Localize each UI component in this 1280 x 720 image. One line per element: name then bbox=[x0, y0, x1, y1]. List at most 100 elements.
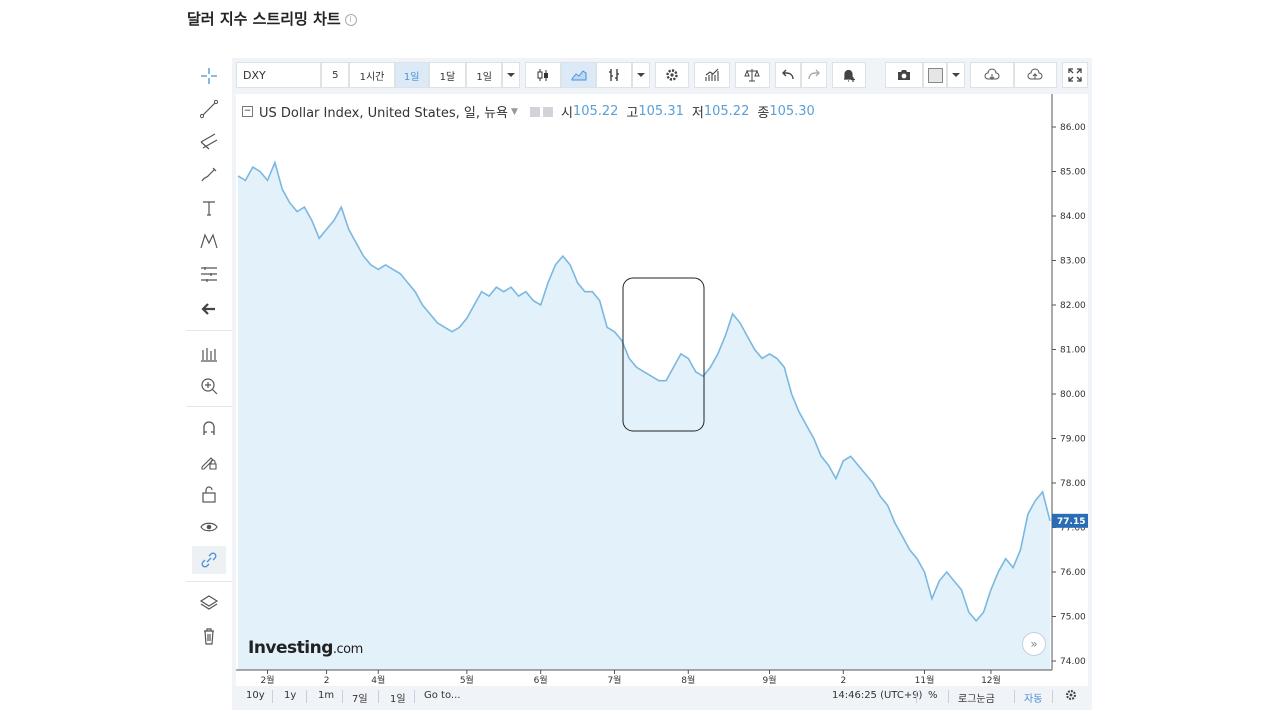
open-label: 시 bbox=[560, 106, 573, 121]
layers-icon[interactable] bbox=[192, 589, 226, 617]
brush-icon[interactable] bbox=[192, 161, 226, 189]
zoom-icon[interactable] bbox=[192, 372, 226, 400]
plot-area[interactable]: 74.00 75.00 76.00 77.00 78.00 79.00 80.00 81.00… bbox=[236, 94, 1088, 686]
indicators-icon[interactable] bbox=[693, 62, 730, 88]
close-value: 105.30 bbox=[769, 104, 815, 119]
redo-icon[interactable] bbox=[801, 62, 827, 88]
auto-scale-toggle[interactable]: 자동 bbox=[1024, 690, 1042, 705]
y-tick-label: 86.00 bbox=[1060, 123, 1086, 133]
drawing-toolbar bbox=[186, 58, 232, 658]
bottom-bar: 10y 1y 1m 7일 1일 Go to... 14:46:25 (UTC+9… bbox=[236, 686, 1088, 708]
y-tick-label: 79.00 bbox=[1060, 435, 1086, 445]
chevron-down-icon[interactable]: ▼ bbox=[511, 107, 518, 117]
background-color-swatch[interactable] bbox=[923, 62, 947, 88]
investing-logo: Investing.com bbox=[248, 638, 363, 658]
percent-toggle[interactable]: % bbox=[928, 690, 938, 701]
toolbar-divider bbox=[186, 581, 232, 582]
x-tick-label: 8월 bbox=[681, 674, 695, 686]
y-tick-label: 76.00 bbox=[1060, 568, 1086, 578]
lock-draw-icon[interactable] bbox=[192, 447, 226, 475]
gear-icon[interactable] bbox=[1064, 688, 1078, 705]
y-tick-label: 82.00 bbox=[1060, 301, 1086, 311]
interval-1m[interactable]: 1달 bbox=[428, 62, 467, 88]
x-tick-label: 2 bbox=[324, 676, 330, 686]
cloud-save-icon[interactable] bbox=[1013, 62, 1058, 88]
interval-5[interactable]: 5 bbox=[321, 62, 350, 88]
y-tick-label: 84.00 bbox=[1060, 212, 1086, 222]
y-tick-label: 80.00 bbox=[1060, 390, 1086, 400]
x-tick-label: 5월 bbox=[460, 674, 474, 686]
interval-1h[interactable]: 1시간 bbox=[349, 62, 395, 88]
range-1d[interactable]: 1일 bbox=[390, 690, 406, 705]
compare-icon[interactable] bbox=[596, 62, 633, 88]
goto-button[interactable]: Go to... bbox=[424, 690, 460, 701]
chart-legend: − US Dollar Index, United States, 일, 뉴욕 … bbox=[242, 102, 815, 121]
low-label: 저 bbox=[691, 106, 704, 121]
chevron-down-icon[interactable] bbox=[946, 62, 965, 88]
high-label: 고 bbox=[626, 106, 639, 121]
info-icon[interactable]: i bbox=[344, 13, 357, 26]
link-icon[interactable] bbox=[192, 546, 226, 574]
crosshair-icon[interactable] bbox=[192, 62, 226, 90]
measure-icon[interactable] bbox=[192, 260, 226, 288]
last-price-label: 77.15 bbox=[1057, 517, 1085, 527]
clock-readout: 14:46:25 (UTC+9) bbox=[832, 690, 923, 701]
symbol-input[interactable]: DXY bbox=[236, 62, 322, 88]
range-10y[interactable]: 10y bbox=[246, 690, 265, 701]
area-chart-icon[interactable] bbox=[560, 62, 597, 88]
y-tick-label: 78.00 bbox=[1060, 479, 1086, 489]
x-tick-label: 2월 bbox=[261, 674, 275, 686]
chevron-down-icon[interactable] bbox=[632, 62, 651, 88]
toolbar-divider bbox=[186, 406, 232, 407]
unlock-icon[interactable] bbox=[192, 480, 226, 508]
interval-dropdown[interactable]: 1일 bbox=[466, 62, 503, 88]
scales-icon[interactable] bbox=[734, 62, 771, 88]
close-label: 종 bbox=[757, 106, 770, 121]
trash-icon[interactable] bbox=[192, 622, 226, 650]
series-name: US Dollar Index, United States, 일, 뉴욕 bbox=[259, 106, 509, 121]
cloud-load-icon[interactable] bbox=[969, 62, 1014, 88]
y-tick-label: 74.00 bbox=[1060, 657, 1086, 667]
text-icon[interactable] bbox=[192, 194, 226, 222]
trendline-icon[interactable] bbox=[192, 95, 226, 123]
y-tick-label: 81.00 bbox=[1060, 346, 1086, 356]
range-1m[interactable]: 1m bbox=[318, 690, 334, 701]
pitchfork-icon[interactable] bbox=[192, 128, 226, 156]
pattern-icon[interactable] bbox=[192, 227, 226, 255]
chart-widget: DXY 5 1시간 1일 1달 1일 74.00 75.00 76.00 77.… bbox=[186, 58, 1092, 710]
x-tick-label: 7월 bbox=[607, 674, 621, 686]
open-value: 105.22 bbox=[572, 104, 619, 119]
x-tick-label: 11월 bbox=[915, 674, 935, 686]
low-value: 105.22 bbox=[703, 104, 750, 119]
area-fill bbox=[238, 162, 1050, 670]
collapse-legend-icon[interactable]: − bbox=[242, 106, 253, 117]
x-tick-label: 9월 bbox=[762, 674, 776, 686]
fullscreen-icon[interactable] bbox=[1062, 62, 1088, 88]
settings-square-icon[interactable] bbox=[529, 106, 540, 117]
camera-icon[interactable] bbox=[885, 62, 924, 88]
magnet-icon[interactable] bbox=[192, 414, 226, 442]
candles-icon[interactable] bbox=[524, 62, 561, 88]
x-tick-label: 6월 bbox=[534, 674, 548, 686]
page-title: 달러 지수 스트리밍 차트 i bbox=[187, 8, 357, 29]
close-square-icon[interactable] bbox=[542, 106, 553, 117]
high-value: 105.31 bbox=[638, 104, 684, 119]
indicators-icon[interactable] bbox=[192, 340, 226, 368]
area-chart[interactable]: 74.0075.0076.0077.0078.0079.0080.0081.00… bbox=[236, 94, 1088, 686]
back-arrow-icon[interactable] bbox=[192, 295, 226, 323]
range-7d[interactable]: 7일 bbox=[352, 690, 368, 705]
alert-add-icon[interactable] bbox=[831, 62, 866, 88]
log-scale-toggle[interactable]: 로그눈금 bbox=[958, 690, 995, 705]
y-tick-label: 85.00 bbox=[1060, 168, 1086, 178]
chart-frame: DXY 5 1시간 1일 1달 1일 74.00 75.00 76.00 77.… bbox=[232, 58, 1092, 710]
y-tick-label: 75.00 bbox=[1060, 613, 1086, 623]
undo-icon[interactable] bbox=[775, 62, 802, 88]
gear-icon[interactable] bbox=[655, 62, 689, 88]
eye-icon[interactable] bbox=[192, 513, 226, 541]
chart-toolbar: DXY 5 1시간 1일 1달 1일 bbox=[236, 62, 1088, 90]
x-tick-label: 12월 bbox=[981, 674, 1001, 686]
interval-1d[interactable]: 1일 bbox=[394, 62, 429, 88]
chevron-down-icon[interactable] bbox=[502, 62, 521, 88]
scroll-to-latest-icon[interactable]: » bbox=[1022, 632, 1046, 656]
range-1y[interactable]: 1y bbox=[284, 690, 296, 701]
